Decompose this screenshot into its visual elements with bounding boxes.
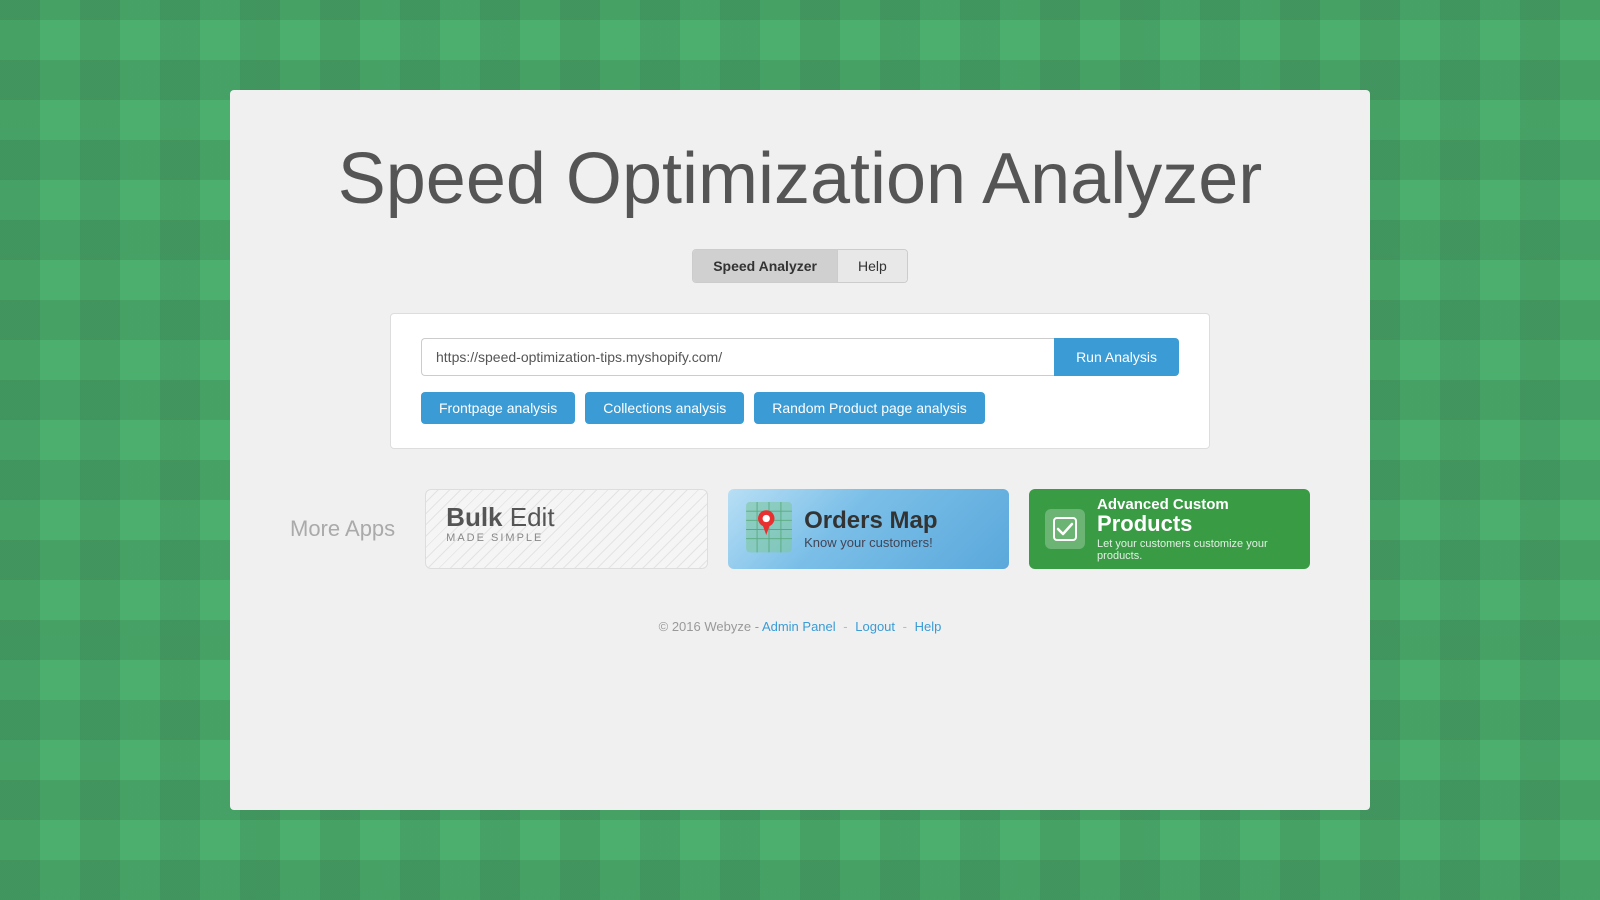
url-row: Run Analysis (421, 338, 1179, 376)
logout-link[interactable]: Logout (855, 619, 895, 634)
orders-map-inner: Orders Map Know your customers! (728, 502, 1009, 557)
acp-check-icon (1045, 509, 1085, 549)
collections-analysis-button[interactable]: Collections analysis (585, 392, 744, 424)
footer: © 2016 Webyze - Admin Panel - Logout - H… (659, 619, 942, 634)
acp-text: Advanced Custom Products Let your custom… (1097, 497, 1294, 562)
acp-title-line1: Advanced Custom (1097, 497, 1294, 512)
acp-inner: Advanced Custom Products Let your custom… (1029, 497, 1310, 562)
acp-subtitle: Let your customers customize your produc… (1097, 538, 1294, 562)
help-link[interactable]: Help (915, 619, 942, 634)
orders-map-subtitle: Know your customers! (804, 535, 937, 550)
frontpage-analysis-button[interactable]: Frontpage analysis (421, 392, 575, 424)
bulk-edit-app-card[interactable]: Bulk Edit MADE SIMPLE (425, 489, 708, 569)
run-analysis-button[interactable]: Run Analysis (1054, 338, 1179, 376)
admin-panel-link[interactable]: Admin Panel (762, 619, 836, 634)
random-product-analysis-button[interactable]: Random Product page analysis (754, 392, 985, 424)
map-pin-icon (744, 502, 794, 557)
url-input[interactable] (421, 338, 1054, 376)
acp-title-line2: Products (1097, 512, 1294, 536)
bulk-edit-subtitle: MADE SIMPLE (446, 532, 543, 544)
analyzer-box: Run Analysis Frontpage analysis Collecti… (390, 313, 1210, 449)
more-apps-label: More Apps (290, 516, 395, 542)
orders-map-app-card[interactable]: Orders Map Know your customers! (728, 489, 1009, 569)
analysis-buttons: Frontpage analysis Collections analysis … (421, 392, 1179, 424)
advanced-custom-products-card[interactable]: Advanced Custom Products Let your custom… (1029, 489, 1310, 569)
app-cards: Bulk Edit MADE SIMPLE (425, 489, 1310, 569)
bulk-edit-title: Bulk Edit (446, 504, 554, 530)
orders-map-text: Orders Map Know your customers! (804, 509, 937, 550)
tab-speed-analyzer[interactable]: Speed Analyzer (693, 250, 838, 282)
more-apps-section: More Apps Bulk Edit MADE SIMPLE (270, 489, 1330, 569)
main-card: Speed Optimization Analyzer Speed Analyz… (230, 90, 1370, 810)
tab-help[interactable]: Help (838, 250, 907, 282)
tab-bar: Speed Analyzer Help (692, 249, 908, 283)
footer-copyright: © 2016 Webyze - (659, 619, 759, 634)
orders-map-title: Orders Map (804, 509, 937, 533)
checkmark-icon (1053, 517, 1077, 541)
page-title: Speed Optimization Analyzer (338, 140, 1263, 219)
